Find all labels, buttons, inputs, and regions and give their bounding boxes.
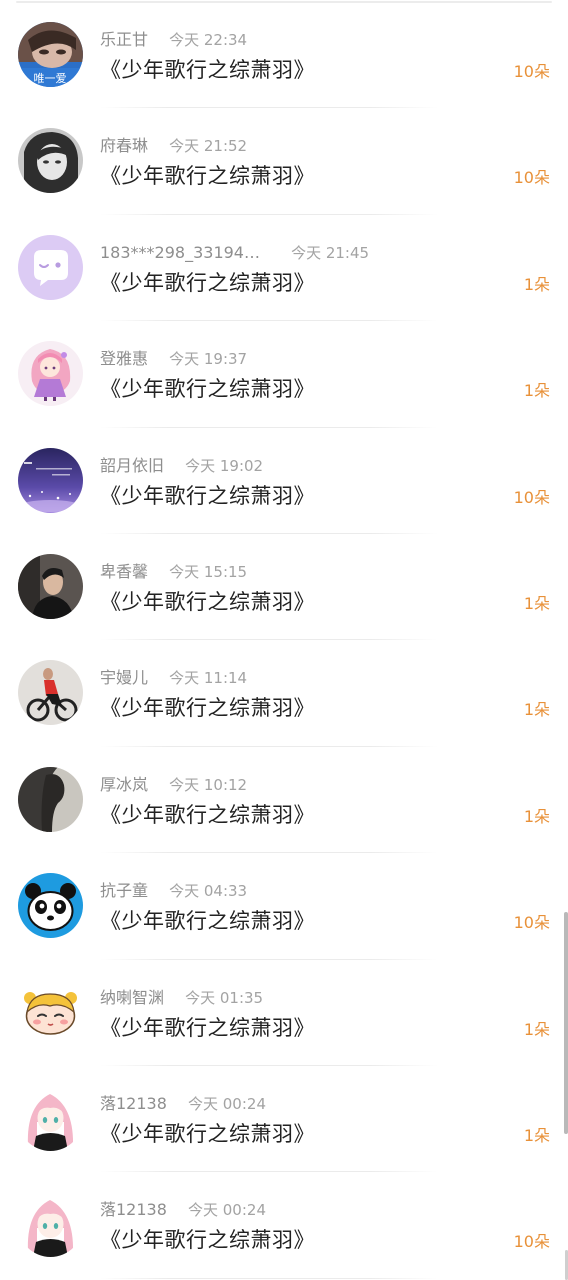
timestamp: 今天 00:24 [188, 1201, 266, 1220]
book-title[interactable]: 《少年歌行之综萧羽》 [100, 373, 315, 405]
avatar[interactable] [18, 1085, 83, 1151]
book-title[interactable]: 《少年歌行之综萧羽》 [100, 692, 315, 724]
gift-record-page: 唯一爱 乐正甘 今天 22:34 《少年歌行之综萧羽》 10朵 府春琳 今天 2… [0, 0, 568, 1280]
avatar[interactable] [18, 128, 83, 194]
list-item[interactable]: 抗子童 今天 04:33 《少年歌行之综萧羽》 10朵 [0, 853, 568, 960]
purple-night-icon [18, 447, 83, 513]
timestamp: 今天 11:14 [169, 669, 248, 688]
cyclist-photo-icon [18, 660, 83, 726]
anime-princess-icon [18, 341, 83, 407]
avatar[interactable] [18, 979, 83, 1045]
flower-count: 10朵 [513, 913, 550, 933]
list-item[interactable]: 卑香馨 今天 15:15 《少年歌行之综萧羽》 1朵 [0, 534, 568, 641]
flower-count: 1朵 [523, 381, 550, 401]
user-name[interactable]: 落12138 [100, 1200, 167, 1219]
timestamp: 今天 21:52 [169, 137, 248, 156]
book-title[interactable]: 《少年歌行之综萧羽》 [100, 1012, 315, 1044]
user-name[interactable]: 乐正甘 [100, 30, 148, 49]
user-name[interactable]: 抗子童 [100, 881, 148, 900]
girl-photo-avatar-icon: 唯一爱 [18, 22, 83, 87]
avatar[interactable] [18, 447, 83, 513]
flower-count: 10朵 [513, 62, 550, 81]
book-title[interactable]: 《少年歌行之综萧羽》 [100, 1224, 315, 1256]
book-title[interactable]: 《少年歌行之综萧羽》 [100, 586, 315, 618]
user-name[interactable]: 卑香馨 [100, 562, 148, 581]
flower-count: 10朵 [513, 487, 550, 507]
book-title[interactable]: 《少年歌行之综萧羽》 [100, 160, 315, 192]
flower-count: 1朵 [523, 700, 550, 720]
book-title[interactable]: 《少年歌行之综萧羽》 [100, 905, 315, 937]
user-name[interactable]: 登雅惠 [100, 349, 148, 368]
timestamp: 今天 19:02 [185, 456, 264, 475]
flower-count: 1朵 [523, 274, 550, 294]
user-name[interactable]: 落12138 [100, 1094, 167, 1113]
flower-count: 1朵 [523, 806, 550, 826]
avatar[interactable] [18, 234, 83, 300]
avatar[interactable] [18, 341, 83, 407]
flower-count: 10朵 [513, 168, 550, 188]
list-item[interactable]: 纳喇智渊 今天 01:35 《少年歌行之综萧羽》 1朵 [0, 960, 568, 1067]
avatar[interactable] [18, 660, 83, 726]
user-name[interactable]: 纳喇智渊 [100, 988, 164, 1007]
timestamp: 今天 15:15 [169, 562, 248, 581]
gift-record-list[interactable]: 唯一爱 乐正甘 今天 22:34 《少年歌行之综萧羽》 10朵 府春琳 今天 2… [0, 2, 568, 1280]
timestamp: 今天 01:35 [185, 988, 264, 1007]
avatar-caption: 唯一爱 [34, 72, 67, 85]
girl-bw-photo-avatar-icon [18, 128, 83, 194]
list-item[interactable]: 落12138 今天 00:24 《少年歌行之综萧羽》 10朵 [0, 1172, 568, 1280]
book-title[interactable]: 《少年歌行之综萧羽》 [100, 480, 315, 512]
user-name[interactable]: 韶月依旧 [100, 456, 164, 475]
man-photo-icon [18, 553, 83, 619]
list-item[interactable]: 府春琳 今天 21:52 《少年歌行之综萧羽》 10朵 [0, 108, 568, 216]
pink-hair-anime-icon [18, 1085, 83, 1151]
avatar[interactable] [18, 553, 83, 619]
silhouette-icon [18, 766, 83, 832]
scrollbar[interactable] [564, 912, 568, 1134]
timestamp: 今天 21:45 [291, 243, 370, 262]
book-title[interactable]: 《少年歌行之综萧羽》 [100, 1118, 315, 1150]
panda-icon [18, 873, 83, 939]
list-item[interactable]: 登雅惠 今天 19:37 《少年歌行之综萧羽》 1朵 [0, 321, 568, 428]
avatar[interactable] [18, 873, 83, 939]
timestamp: 今天 04:33 [169, 882, 248, 901]
list-item[interactable]: 落12138 今天 00:24 《少年歌行之综萧羽》 1朵 [0, 1066, 568, 1173]
cartoon-girl-icon [18, 979, 83, 1045]
book-title[interactable]: 《少年歌行之综萧羽》 [100, 54, 315, 86]
user-name[interactable]: 厚冰岚 [100, 775, 148, 794]
list-item[interactable]: 韶月依旧 今天 19:02 《少年歌行之综萧羽》 10朵 [0, 428, 568, 535]
list-item[interactable]: 厚冰岚 今天 10:12 《少年歌行之综萧羽》 1朵 [0, 747, 568, 854]
timestamp: 今天 19:37 [169, 350, 248, 369]
avatar[interactable] [18, 1192, 83, 1258]
book-title[interactable]: 《少年歌行之综萧羽》 [100, 799, 315, 831]
flower-count: 1朵 [523, 1125, 550, 1145]
pink-hair-anime-icon [18, 1192, 83, 1258]
list-item[interactable]: 唯一爱 乐正甘 今天 22:34 《少年歌行之综萧羽》 10朵 [0, 2, 568, 109]
timestamp: 今天 00:24 [188, 1094, 266, 1113]
user-name[interactable]: 183***298_33194… [100, 243, 260, 262]
user-name[interactable]: 府春琳 [100, 136, 148, 155]
flower-count: 1朵 [523, 593, 550, 613]
list-item[interactable]: 宇嫚儿 今天 11:14 《少年歌行之综萧羽》 1朵 [0, 640, 568, 748]
list-item[interactable]: 183***298_33194… 今天 21:45 《少年歌行之综萧羽》 1朵 [0, 215, 568, 322]
avatar[interactable]: 唯一爱 [18, 22, 83, 87]
book-title[interactable]: 《少年歌行之综萧羽》 [100, 267, 315, 299]
avatar[interactable] [18, 766, 83, 832]
chat-bubble-icon [18, 234, 83, 300]
flower-count: 10朵 [513, 1232, 550, 1252]
flower-count: 1朵 [523, 1019, 550, 1039]
user-name[interactable]: 宇嫚儿 [100, 668, 148, 687]
timestamp: 今天 22:34 [169, 31, 248, 49]
timestamp: 今天 10:12 [169, 775, 248, 794]
